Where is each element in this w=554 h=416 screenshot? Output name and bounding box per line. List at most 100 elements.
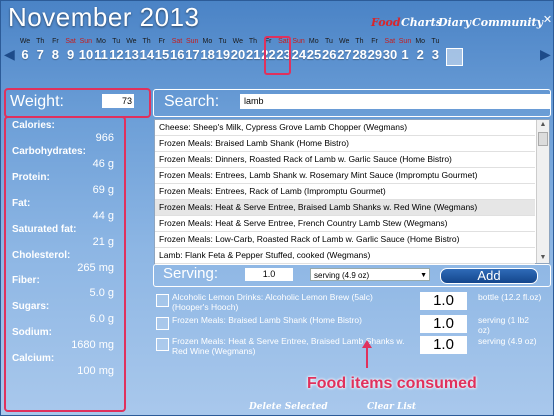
result-row[interactable]: Frozen Meals: Heat & Serve Entree, Frenc… — [155, 216, 535, 232]
consumed-unit: serving (1 lb2 oz) — [478, 315, 530, 335]
calendar-day[interactable]: Sat 30 — [383, 38, 397, 62]
day-number: 25 — [306, 47, 322, 62]
search-input[interactable]: lamb — [240, 94, 550, 109]
result-row[interactable]: Frozen Meals: Dinners, Roasted Rack of L… — [155, 152, 535, 168]
weight-input[interactable]: 73 — [102, 94, 134, 108]
consumed-checkbox[interactable] — [156, 294, 169, 307]
nutrient-value: 6.0 g — [89, 313, 114, 326]
nutrient-label: Calories: — [12, 120, 55, 131]
day-number: 1 — [401, 47, 409, 62]
calendar-day[interactable]: Th 21 — [246, 38, 260, 62]
calendar-day[interactable]: Sun 1 — [398, 38, 412, 62]
search-results-list[interactable]: Cheese: Sheep's Milk, Cypress Grove Lamb… — [154, 119, 550, 264]
results-scrollbar[interactable]: ▲ ▼ — [536, 120, 549, 263]
calendar-day[interactable]: Mo 2 — [413, 38, 427, 62]
day-name: Th — [355, 38, 364, 45]
calendar-day[interactable]: Tu 26 — [322, 38, 336, 62]
day-name: Mo — [415, 38, 426, 45]
nav-diary[interactable]: Diary — [438, 16, 471, 29]
day-name: We — [232, 38, 243, 45]
calendar-day[interactable]: Fr 15 — [155, 38, 169, 62]
serving-qty-input[interactable]: 1.0 — [245, 268, 293, 281]
result-row[interactable]: Frozen Meals: Entrees, Lamb Shank w. Ros… — [155, 168, 535, 184]
scroll-up-icon[interactable]: ▲ — [537, 120, 549, 130]
consumed-checkbox[interactable] — [156, 338, 169, 351]
nutrient-value: 5.0 g — [89, 287, 114, 300]
serving-label: Serving: — [163, 265, 219, 282]
calendar-day[interactable]: Th 14 — [140, 38, 154, 62]
day-number: 3 — [431, 47, 439, 62]
nutrient-value: 46 g — [92, 157, 114, 170]
result-row[interactable]: Frozen Meals: Heat & Serve Entree, Brais… — [155, 200, 535, 216]
nutrient-label: Sugars: — [12, 301, 50, 313]
calendar-day[interactable]: Fr 29 — [368, 38, 382, 62]
add-button[interactable]: Add — [440, 268, 538, 284]
calendar-day[interactable]: We 13 — [124, 38, 138, 62]
day-number: 7 — [36, 47, 44, 62]
nutrient-label: Carbohydrates: — [12, 145, 86, 157]
nav-food[interactable]: Food — [371, 16, 401, 29]
nutrient-value: 44 g — [92, 209, 114, 222]
consumed-qty[interactable]: 1.0 — [420, 315, 467, 333]
day-number: 9 — [66, 47, 75, 62]
prev-arrow-icon[interactable]: ◀ — [4, 46, 15, 63]
result-row[interactable]: Lamb: Flank Feta & Pepper Stuffed, cooke… — [155, 248, 535, 264]
calendar-day[interactable]: Sun 17 — [185, 38, 199, 62]
consumed-qty[interactable]: 1.0 — [420, 292, 467, 310]
day-number: 21 — [246, 47, 261, 62]
consumed-item-name: Alcoholic Lemon Drinks: Alcoholic Lemon … — [172, 292, 373, 312]
day-number: 2 — [416, 47, 424, 62]
calendar-day[interactable]: Mo 18 — [200, 38, 214, 62]
day-number: 15 — [154, 47, 170, 62]
calendar-day[interactable]: We 20 — [231, 38, 245, 62]
day-name: Sat — [65, 38, 76, 45]
day-name: Fr — [52, 38, 59, 45]
result-row[interactable]: Frozen Meals: Entrees, Rack of Lamb (Imp… — [155, 184, 535, 200]
calendar-day[interactable]: Sat 16 — [170, 38, 184, 62]
selected-day-highlight — [264, 36, 291, 75]
scroll-thumb[interactable] — [538, 132, 548, 146]
day-name: Tu — [112, 38, 121, 45]
calendar-day[interactable]: Tu 12 — [109, 38, 123, 62]
day-name: Sun — [292, 38, 305, 45]
serving-unit-select[interactable]: serving (4.9 oz) ▼ — [310, 268, 430, 281]
result-row[interactable]: Frozen Meals: Braised Lamb Shank (Home B… — [155, 136, 535, 152]
calendar-day[interactable]: We 27 — [337, 38, 351, 62]
day-name: Tu — [431, 38, 440, 45]
calendar-day[interactable]: Tu 19 — [216, 38, 230, 62]
calendar-day[interactable]: Sun 24 — [292, 38, 306, 62]
day-number: 16 — [170, 47, 185, 62]
day-number: 20 — [230, 47, 246, 62]
consumed-checkbox[interactable] — [156, 317, 169, 330]
calendar-day[interactable]: Th 7 — [33, 38, 47, 62]
calendar-day[interactable]: Th 28 — [352, 38, 366, 62]
calendar-day[interactable]: Sun 10 — [79, 38, 93, 62]
day-name: Sun — [79, 38, 93, 45]
delete-selected-button[interactable]: Delete Selected — [249, 402, 328, 412]
minimize-icon[interactable]: – — [529, 15, 540, 26]
nav-charts[interactable]: Charts — [401, 16, 442, 29]
calendar-day[interactable]: Sat 9 — [64, 38, 78, 62]
consumed-unit: bottle (12.2 fl.oz) — [478, 292, 542, 302]
scroll-down-icon[interactable]: ▼ — [537, 253, 549, 263]
day-number: 6 — [21, 47, 29, 62]
calendar-day[interactable]: We 6 — [18, 38, 32, 62]
calendar-day[interactable]: Mo 11 — [94, 38, 108, 62]
calendar-day[interactable]: Tu 3 — [428, 38, 442, 62]
day-name: Fr — [371, 38, 378, 45]
close-icon[interactable]: ✕ — [542, 15, 553, 26]
day-name: Tu — [218, 38, 227, 45]
next-arrow-icon[interactable]: ▶ — [540, 46, 551, 63]
result-row[interactable]: Frozen Meals: Low-Carb, Roasted Rack of … — [155, 232, 535, 248]
day-name: Fr — [158, 38, 166, 45]
clear-list-button[interactable]: Clear List — [367, 402, 416, 412]
consumed-qty[interactable]: 1.0 — [420, 336, 467, 354]
day-name: Th — [36, 38, 45, 45]
annotation-arrowhead — [362, 340, 372, 348]
result-row[interactable]: Cheese: Sheep's Milk, Cypress Grove Lamb… — [155, 120, 535, 136]
consumed-unit: serving (4.9 oz) — [478, 336, 537, 346]
calendar-day[interactable]: Fr 8 — [48, 38, 62, 62]
day-name: Mo — [308, 38, 319, 45]
nutrient-value: 966 — [95, 132, 114, 144]
calendar-day[interactable]: Mo 25 — [307, 38, 321, 62]
